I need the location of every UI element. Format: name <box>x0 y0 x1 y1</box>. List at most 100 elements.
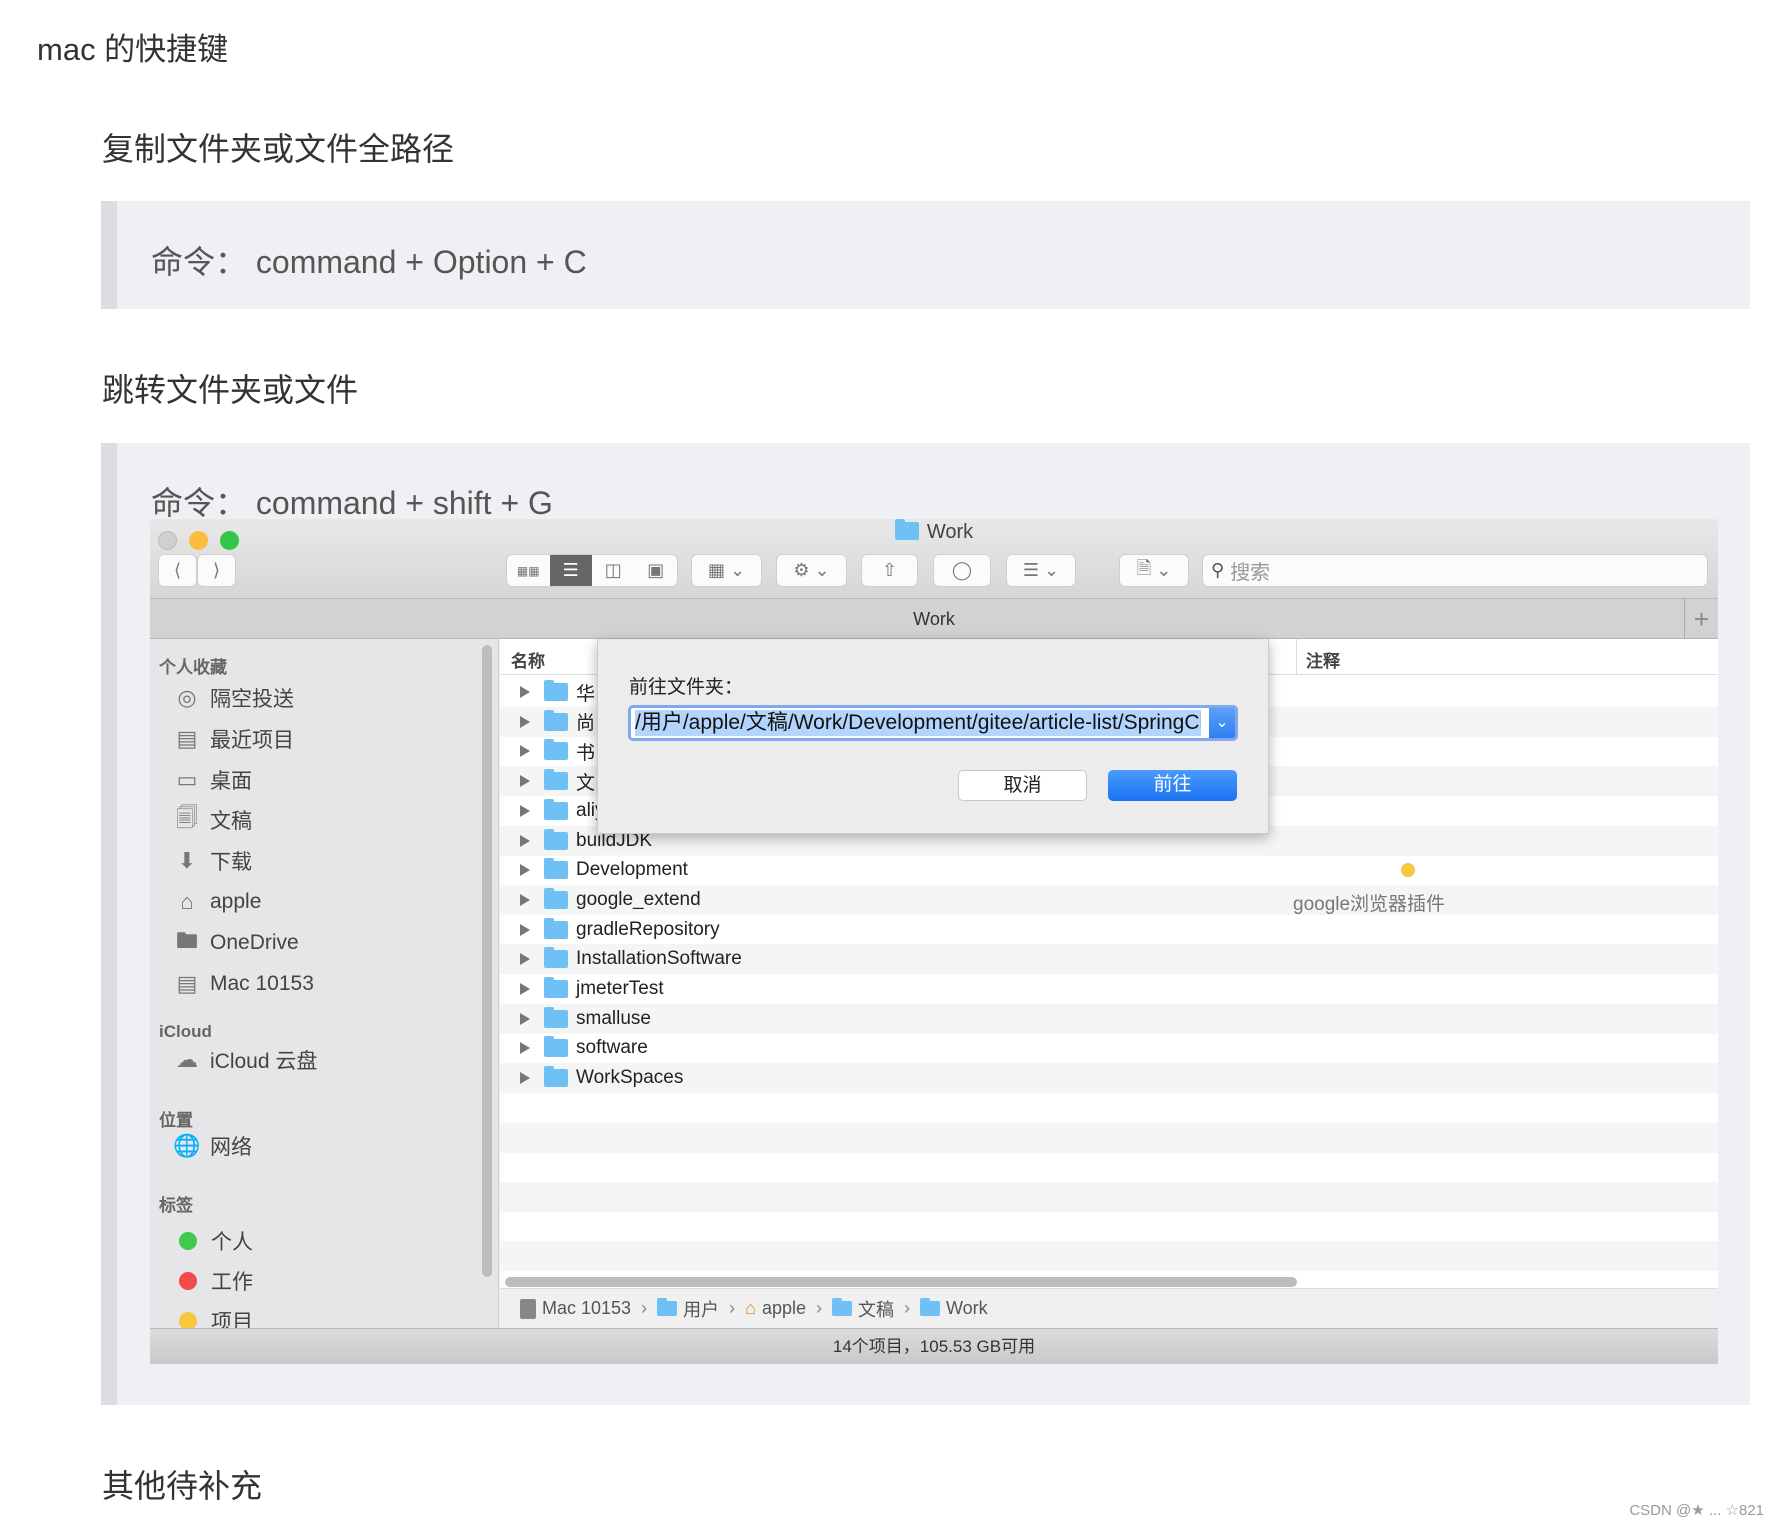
folder-icon <box>544 798 568 820</box>
cancel-button[interactable]: 取消 <box>958 770 1087 801</box>
table-row[interactable]: smalluse <box>500 1003 1718 1034</box>
sidebar-scrollbar[interactable] <box>482 645 492 1277</box>
search-icon: ⚲ <box>1211 560 1225 580</box>
chevron-down-icon[interactable]: ⌄ <box>1209 708 1235 738</box>
breadcrumb-item[interactable]: 文稿 <box>831 1296 894 1322</box>
back-button[interactable]: ⟨ <box>158 554 197 587</box>
sidebar-header: 标签 <box>159 1196 193 1215</box>
tag-icon: ◯ <box>951 560 973 580</box>
watermark: CSDN @★ ... ☆821 <box>1629 1502 1764 1519</box>
network-icon: 🌐 <box>173 1133 201 1158</box>
path-tab[interactable]: Work + <box>150 599 1718 639</box>
view-switcher: ▦▦ ☰ ◫ ▣ <box>506 554 678 587</box>
disclosure-triangle-icon[interactable] <box>520 686 530 698</box>
sidebar-item[interactable]: ▭ 桌面 <box>173 765 252 795</box>
table-row[interactable]: gradleRepository <box>500 915 1718 945</box>
user-folder-icon <box>657 1298 678 1316</box>
section-heading: 跳转文件夹或文件 <box>102 372 359 408</box>
breadcrumb: Mac 10153 › 用户 › ⌂ apple › 文稿 › Work <box>500 1288 1718 1328</box>
status-bar: 14个项目，105.53 GB可用 <box>150 1328 1718 1364</box>
column-comment[interactable]: 注释 <box>1306 647 1340 672</box>
empty-row <box>500 1122 1718 1153</box>
disclosure-triangle-icon[interactable] <box>520 1072 530 1085</box>
sidebar-tag[interactable]: 工作 <box>173 1266 253 1296</box>
search-input[interactable]: ⚲ 搜索 <box>1202 554 1708 587</box>
disclosure-triangle-icon[interactable] <box>520 804 530 817</box>
finder-window: Work ⟨ ⟩ ▦▦ ☰ ◫ ▣ ▦ ⌄ ⚙ ⌄ ⇧ ◯ ☰ ⌄ 🗎 ⌄ ⚲ 搜… <box>150 519 1718 1364</box>
column-name[interactable]: 名称 <box>511 647 545 672</box>
sidebar-header: 位置 <box>159 1111 193 1130</box>
tag-button[interactable]: ◯ <box>933 554 991 587</box>
folder-icon <box>544 709 568 731</box>
icon-view-icon[interactable]: ▦▦ <box>507 564 550 578</box>
disclosure-triangle-icon[interactable] <box>520 893 530 906</box>
share-button[interactable]: ⇧ <box>861 554 918 587</box>
section-heading: 复制文件夹或文件全路径 <box>102 131 455 167</box>
dialog-label: 前往文件夹： <box>629 677 744 698</box>
chevron-right-icon: › <box>641 1298 648 1318</box>
chevron-right-icon: › <box>815 1298 822 1318</box>
table-row[interactable]: software <box>500 1033 1718 1063</box>
sidebar-item[interactable]: ⬇ 下载 <box>173 846 252 876</box>
disclosure-triangle-icon[interactable] <box>520 1042 530 1055</box>
disclosure-triangle-icon[interactable] <box>520 1012 530 1025</box>
action-button[interactable]: ⚙ ⌄ <box>776 554 847 587</box>
recents-icon: ▤ <box>176 725 198 751</box>
folder-path-input[interactable]: /用户/apple/文稿/Work/Development/gitee/arti… <box>628 705 1238 741</box>
tag-dot-icon <box>1401 863 1415 878</box>
breadcrumb-item[interactable]: ⌂ apple <box>745 1298 806 1319</box>
arrange-button[interactable]: ☰ ⌄ <box>1006 554 1076 587</box>
forward-button[interactable]: ⟩ <box>197 554 236 587</box>
disclosure-triangle-icon[interactable] <box>520 775 530 788</box>
go-button[interactable]: 前往 <box>1108 770 1237 801</box>
disclosure-triangle-icon[interactable] <box>520 953 530 966</box>
disclosure-triangle-icon[interactable] <box>520 983 530 995</box>
disclosure-triangle-icon[interactable] <box>520 923 530 936</box>
table-row[interactable]: google_extend google浏览器插件 <box>500 884 1718 915</box>
table-row[interactable]: WorkSpaces <box>500 1063 1718 1094</box>
table-row[interactable]: Development <box>500 855 1718 885</box>
table-row[interactable]: InstallationSoftware <box>500 944 1718 975</box>
add-tab-button[interactable]: + <box>1684 599 1718 639</box>
breadcrumb-item[interactable]: 用户 <box>657 1296 719 1322</box>
column-divider <box>1296 639 1297 675</box>
folder-icon <box>544 947 568 969</box>
sidebar-item-icloud-drive[interactable]: ☁ iCloud 云盘 <box>173 1045 317 1075</box>
desktop-icon: ▭ <box>176 766 198 792</box>
folder-icon <box>544 858 568 880</box>
disclosure-triangle-icon[interactable] <box>520 745 530 758</box>
folder-icon <box>544 828 568 850</box>
sidebar-item-network[interactable]: 🌐 网络 <box>173 1131 252 1161</box>
breadcrumb-item[interactable]: Work <box>919 1298 988 1319</box>
harddisk-icon: ▤ <box>176 970 198 996</box>
file-button[interactable]: 🗎 ⌄ <box>1119 554 1189 587</box>
table-row[interactable]: jmeterTest <box>500 974 1718 1004</box>
disclosure-triangle-icon[interactable] <box>520 715 530 728</box>
file-icon: 🗎 <box>1136 557 1152 578</box>
sidebar-item[interactable]: ◎ 隔空投送 <box>173 683 294 713</box>
group-button[interactable]: ▦ ⌄ <box>691 554 762 587</box>
chevron-right-icon: › <box>729 1298 736 1318</box>
breadcrumb-item[interactable]: Mac 10153 <box>520 1298 631 1319</box>
folder-icon <box>544 1006 568 1028</box>
column-view-icon[interactable]: ◫ <box>592 560 635 581</box>
sidebar-item[interactable]: ▤ 最近项目 <box>173 724 294 754</box>
disclosure-triangle-icon[interactable] <box>520 864 530 877</box>
toolbar: Work ⟨ ⟩ ▦▦ ☰ ◫ ▣ ▦ ⌄ ⚙ ⌄ ⇧ ◯ ☰ ⌄ 🗎 ⌄ ⚲ 搜… <box>150 519 1718 599</box>
sidebar-item[interactable]: 🖿 OneDrive <box>173 928 299 958</box>
disclosure-triangle-icon[interactable] <box>520 834 530 847</box>
documents-folder-icon <box>831 1298 852 1316</box>
horizontal-scrollbar[interactable] <box>505 1277 1297 1287</box>
sidebar-tag[interactable]: 个人 <box>173 1226 253 1256</box>
list-view-icon[interactable]: ☰ <box>549 555 592 586</box>
empty-row <box>500 1212 1718 1242</box>
go-to-folder-dialog: 前往文件夹： /用户/apple/文稿/Work/Development/git… <box>597 639 1269 834</box>
sidebar-item[interactable]: ▤ Mac 10153 <box>173 969 314 999</box>
sidebar-item[interactable]: ⌂ apple <box>173 887 261 917</box>
sidebar-item[interactable]: 🗐 文稿 <box>173 805 252 835</box>
harddisk-icon <box>520 1298 536 1319</box>
section-heading: 其他待补充 <box>102 1468 263 1504</box>
gallery-view-icon[interactable]: ▣ <box>635 560 678 581</box>
folder-icon <box>544 977 568 998</box>
page-title: mac 的快捷键 <box>37 32 229 67</box>
